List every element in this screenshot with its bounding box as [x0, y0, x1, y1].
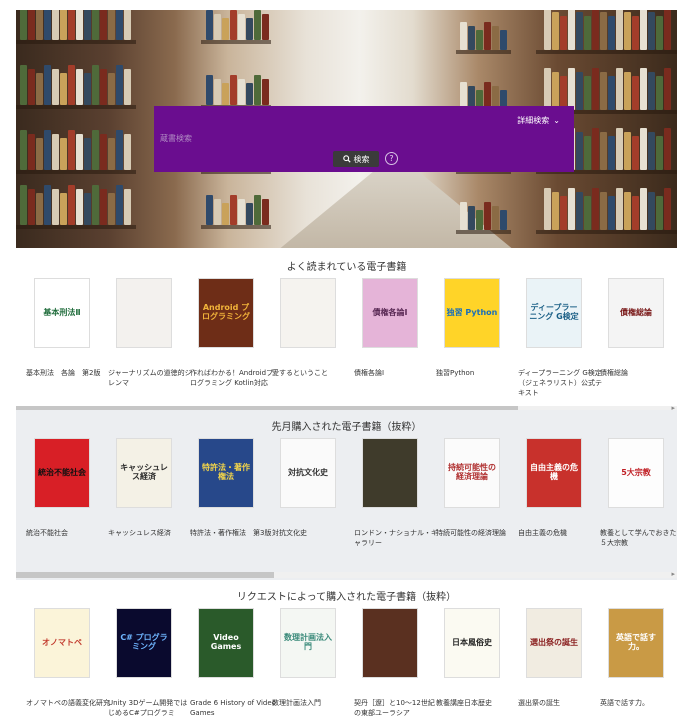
book-title-link[interactable]: 統治不能社会 — [26, 528, 112, 538]
book-cover[interactable]: 対抗文化史 — [280, 438, 336, 508]
book-cover[interactable]: 独習 Python — [444, 278, 500, 348]
book-title-link[interactable]: 数理計画法入門 — [272, 698, 358, 708]
advanced-search-label: 詳細検索 — [517, 116, 550, 125]
book-cover[interactable] — [362, 438, 418, 508]
book-cover[interactable]: オノマトペ — [34, 608, 90, 678]
book-title-link[interactable]: Grade 6 History of Video Games — [190, 698, 276, 718]
chevron-right-icon[interactable]: ▸ — [671, 570, 675, 578]
section-title: 先月購入された電子書籍（抜粋） — [271, 422, 422, 433]
book-title-link[interactable]: 債権各論Ⅰ — [354, 368, 440, 378]
book-title-link[interactable]: 基本刑法 各論 第2版 — [26, 368, 112, 378]
advanced-search-toggle[interactable]: 詳細検索 ⌄ — [517, 115, 560, 126]
section-title: よく読まれている電子書籍 — [286, 262, 407, 273]
book-list: オノマトペオノマトペの語義変化研究 C# プログラミング Unity 3Dゲーム開発… — [16, 608, 677, 726]
book-cover[interactable]: 統治不能社会 — [34, 438, 90, 508]
book-list: 基本刑法Ⅱ 基本刑法 各論 第2版 ジャーナリズムの道徳的ジレンマ Android プ… — [16, 278, 677, 398]
book-cover[interactable]: 持続可能性の経済理論 — [444, 438, 500, 508]
popular-ebooks-section: よく読まれている電子書籍 基本刑法Ⅱ 基本刑法 各論 第2版 ジャーナリズムの道徳的… — [16, 250, 677, 412]
book-title-link[interactable]: ディープラーニング G検定（ジェネラリスト）公式テキスト — [518, 368, 604, 398]
book-cover[interactable]: 特許法・著作権法 — [198, 438, 254, 508]
book-cover[interactable]: 基本刑法Ⅱ — [34, 278, 90, 348]
book-title-link[interactable]: 作ればわかる！Androidプログラミング Kotlin対応 — [190, 368, 276, 388]
horizontal-scrollbar[interactable]: ▸ — [16, 570, 677, 578]
book-title-link[interactable]: Unity 3Dゲーム開発ではじめるC#プログラミ — [108, 698, 194, 718]
book-cover[interactable] — [362, 608, 418, 678]
book-cover[interactable] — [116, 278, 172, 348]
book-cover[interactable]: 数理計画法入門 — [280, 608, 336, 678]
magnifier-icon — [342, 155, 351, 163]
book-title-link[interactable]: 選出祭の誕生 — [518, 698, 604, 708]
question-circle-icon[interactable]: ? — [385, 152, 398, 165]
book-cover[interactable] — [280, 278, 336, 348]
book-title-link[interactable]: 英語で話す力。 — [600, 698, 677, 708]
book-title-link[interactable]: ジャーナリズムの道徳的ジレンマ — [108, 368, 194, 388]
last-month-purchases-section: 先月購入された電子書籍（抜粋） 統治不能社会 統治不能社会 キャッシュレス経済 キャッ… — [16, 410, 677, 580]
help-label: ? — [389, 154, 394, 163]
book-cover[interactable]: Video Games — [198, 608, 254, 678]
book-title-link[interactable]: 教養として学んでおきたい５大宗教 — [600, 528, 677, 548]
search-button-label: 検索 — [353, 154, 370, 164]
book-cover[interactable]: Android プログラミング — [198, 278, 254, 348]
book-title-link[interactable]: オノマトペの語義変化研究 — [26, 698, 112, 708]
book-cover[interactable]: ディープラーニング G検定 — [526, 278, 582, 348]
book-cover[interactable]: 債権各論Ⅰ — [362, 278, 418, 348]
section-title: リクエストによって購入された電子書籍（抜粋） — [236, 592, 457, 603]
book-cover[interactable]: 5大宗教 — [608, 438, 664, 508]
book-title-link[interactable]: 教養講座日本歴史 — [436, 698, 522, 708]
chevron-down-icon: ⌄ — [553, 116, 560, 125]
book-title-link[interactable]: 持続可能性の経済理論 — [436, 528, 522, 538]
book-cover[interactable]: 英語で話す力。 — [608, 608, 664, 678]
book-list: 統治不能社会 統治不能社会 キャッシュレス経済 キャッシュレス経済 特許法・著作権法 特許… — [16, 438, 677, 558]
book-title-link[interactable]: 愛するということ — [272, 368, 358, 378]
requested-purchases-section: リクエストによって購入された電子書籍（抜粋） オノマトペオノマトペの語義変化研究… — [16, 580, 677, 726]
book-title-link[interactable]: 対抗文化史 — [272, 528, 358, 538]
book-title-link[interactable]: 契丹［遼］と10～12世紀の東部ユーラシア — [354, 698, 440, 718]
book-cover[interactable]: 選出祭の誕生 — [526, 608, 582, 678]
book-cover[interactable]: 債権総論 — [608, 278, 664, 348]
book-cover[interactable]: キャッシュレス経済 — [116, 438, 172, 508]
hero-banner: 詳細検索 ⌄ 検索 ? — [16, 10, 677, 248]
search-input[interactable] — [160, 130, 568, 146]
scrollbar-thumb[interactable] — [16, 572, 274, 578]
book-cover[interactable]: C# プログラミング — [116, 608, 172, 678]
book-cover[interactable]: 自由主義の危機 — [526, 438, 582, 508]
book-cover[interactable]: 日本風俗史 — [444, 608, 500, 678]
book-title-link[interactable]: 独習Python — [436, 368, 522, 378]
book-title-link[interactable]: 自由主義の危機 — [518, 528, 604, 538]
search-button[interactable]: 検索 — [333, 151, 379, 167]
book-title-link[interactable]: 特許法・著作権法 第3版 — [190, 528, 276, 538]
book-title-link[interactable]: ロンドン・ナショナル・ギャラリー — [354, 528, 440, 548]
search-panel: 詳細検索 ⌄ 検索 ? — [154, 106, 574, 172]
book-title-link[interactable]: 債権総論 — [600, 368, 677, 378]
book-title-link[interactable]: キャッシュレス経済 — [108, 528, 194, 538]
